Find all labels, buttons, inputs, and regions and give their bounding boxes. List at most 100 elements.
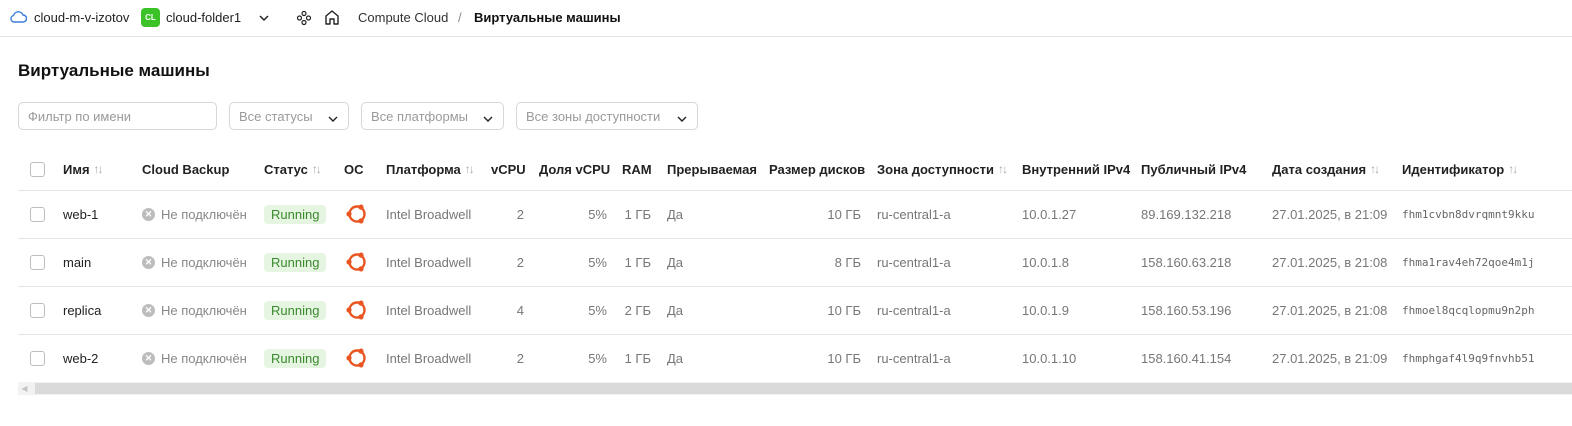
column-ram-label: RAM: [622, 161, 652, 177]
platform-text: Intel Broadwell: [386, 206, 472, 222]
backup-cell: ✕ Не подключён: [142, 286, 247, 334]
column-preemptible: Прерываемая: [667, 148, 757, 190]
column-created[interactable]: Дата создания ↑↓: [1272, 148, 1380, 190]
row-checkbox[interactable]: [30, 190, 45, 238]
column-os-label: ОС: [344, 161, 364, 177]
column-name-label: Имя: [63, 161, 90, 177]
public-ip-cell: 158.160.53.196: [1141, 286, 1231, 334]
disk-size-cell: 8 ГБ: [769, 238, 861, 286]
internal-ip-text: 10.0.1.10: [1022, 350, 1077, 366]
created-text: 27.01.2025, в 21:09: [1272, 206, 1388, 222]
status-filter-value: Все статусы: [239, 108, 313, 124]
status-cell: Running: [264, 286, 327, 334]
scrollbar-thumb[interactable]: [35, 383, 1572, 394]
public-ip-cell: 89.169.132.218: [1141, 190, 1231, 238]
platform-filter-value: Все платформы: [371, 108, 468, 124]
backup-status: Не подключён: [161, 206, 247, 222]
ram-cell: 1 ГБ: [614, 190, 651, 238]
table-row[interactable]: web-2 ✕ Не подключён Running Intel Broadw…: [18, 334, 1572, 383]
id-text: fhmoel8qcqlopmu9n2ph: [1402, 303, 1535, 317]
created-cell: 27.01.2025, в 21:08: [1272, 286, 1387, 334]
public-ip-cell: 158.160.63.218: [1141, 238, 1231, 286]
vm-name-text[interactable]: web-2: [63, 351, 98, 366]
vm-name[interactable]: web-2: [63, 334, 98, 382]
column-zone[interactable]: Зона доступности ↑↓: [877, 148, 1008, 190]
column-status[interactable]: Статус ↑↓: [264, 148, 322, 190]
vm-name[interactable]: web-1: [63, 190, 98, 238]
zone-text: ru-central1-a: [877, 206, 951, 222]
column-preemptible-label: Прерываемая: [667, 161, 757, 177]
zone-cell: ru-central1-a: [877, 286, 951, 334]
internal-ip-text: 10.0.1.9: [1022, 302, 1069, 318]
public-ip-text: 158.160.53.196: [1141, 302, 1232, 318]
column-name[interactable]: Имя ↑↓: [63, 148, 104, 190]
table-row[interactable]: main ✕ Не подключён Running Intel Broadwe…: [18, 238, 1572, 287]
vm-name[interactable]: replica: [63, 286, 101, 334]
breadcrumb-service[interactable]: Compute Cloud: [358, 10, 448, 25]
zone-cell: ru-central1-a: [877, 238, 951, 286]
row-checkbox[interactable]: [30, 286, 45, 334]
sort-icon: ↑↓: [1508, 162, 1518, 176]
created-cell: 27.01.2025, в 21:08: [1272, 238, 1387, 286]
services-icon[interactable]: [296, 10, 312, 29]
column-backup-label: Cloud Backup: [142, 161, 230, 177]
column-internal-ip-label: Внутренний IPv4: [1022, 161, 1131, 177]
id-text: fhm1cvbn8dvrqmnt9kku: [1402, 207, 1535, 221]
column-status-label: Статус: [264, 161, 308, 177]
column-disk-size-label: Размер дисков: [769, 161, 866, 177]
vm-name-text[interactable]: web-1: [63, 207, 98, 222]
column-platform-label: Платформа: [386, 161, 461, 177]
row-checkbox[interactable]: [30, 334, 45, 382]
public-ip-text: 89.169.132.218: [1141, 206, 1232, 222]
vcpu-share-cell: 5%: [539, 334, 607, 382]
select-all-checkbox[interactable]: [30, 148, 45, 190]
vcpu-share-cell: 5%: [539, 190, 607, 238]
column-vcpu-share: Доля vCPU: [539, 148, 610, 190]
id-cell: fhmphgaf4l9q9fnvhb51: [1402, 334, 1534, 382]
preemptible-text: Да: [667, 254, 684, 270]
vcpu-share-text: 5%: [588, 350, 607, 366]
scroll-left-arrow-icon[interactable]: ◀: [18, 382, 31, 395]
vm-name-text[interactable]: replica: [63, 303, 101, 318]
created-cell: 27.01.2025, в 21:09: [1272, 190, 1387, 238]
name-filter-input[interactable]: Фильтр по имени: [18, 102, 217, 130]
platform-filter-select[interactable]: Все платформы: [361, 102, 504, 130]
backup-status: Не подключён: [161, 254, 247, 270]
table-header: Имя ↑↓ Cloud Backup Статус ↑↓ ОС Платформа…: [18, 148, 1572, 191]
column-id[interactable]: Идентификатор ↑↓: [1402, 148, 1518, 190]
ubuntu-icon: [345, 238, 369, 286]
ram-text: 1 ГБ: [624, 254, 651, 270]
row-checkbox[interactable]: [30, 238, 45, 286]
zone-cell: ru-central1-a: [877, 334, 951, 382]
cloud-name[interactable]: cloud-m-v-izotov: [34, 10, 129, 25]
vcpu-text: 2: [516, 206, 524, 222]
vcpu-cell: 2: [491, 334, 524, 382]
public-ip-text: 158.160.41.154: [1141, 350, 1232, 366]
vcpu-text: 2: [516, 254, 524, 270]
internal-ip-text: 10.0.1.8: [1022, 254, 1069, 270]
column-vcpu-share-label: Доля vCPU: [539, 161, 611, 177]
zone-filter-select[interactable]: Все зоны доступности: [516, 102, 698, 130]
backup-status: Не подключён: [161, 302, 247, 318]
sort-icon: ↑↓: [1370, 162, 1380, 176]
cloud-icon[interactable]: [9, 10, 28, 27]
home-icon[interactable]: [324, 9, 340, 29]
zone-filter-value: Все зоны доступности: [526, 108, 661, 124]
chevron-down-icon[interactable]: [257, 11, 271, 28]
id-cell: fhm1cvbn8dvrqmnt9kku: [1402, 190, 1534, 238]
status-filter-select[interactable]: Все статусы: [229, 102, 349, 130]
vm-name[interactable]: main: [63, 238, 91, 286]
sort-icon: ↑↓: [311, 162, 322, 176]
column-platform[interactable]: Платформа ↑↓: [386, 148, 475, 190]
table-row[interactable]: web-1 ✕ Не подключён Running Intel Broadw…: [18, 190, 1572, 239]
folder-badge: CL: [141, 8, 160, 27]
folder-name[interactable]: cloud-folder1: [166, 10, 241, 25]
status-badge: Running: [264, 252, 327, 272]
table-row[interactable]: replica ✕ Не подключён Running Intel Broa…: [18, 286, 1572, 335]
vm-name-text[interactable]: main: [63, 255, 91, 270]
column-ram: RAM: [622, 148, 652, 190]
vcpu-share-text: 5%: [588, 206, 607, 222]
vcpu-text: 4: [516, 302, 524, 318]
close-circle-icon: ✕: [142, 255, 155, 269]
created-text: 27.01.2025, в 21:09: [1272, 350, 1388, 366]
